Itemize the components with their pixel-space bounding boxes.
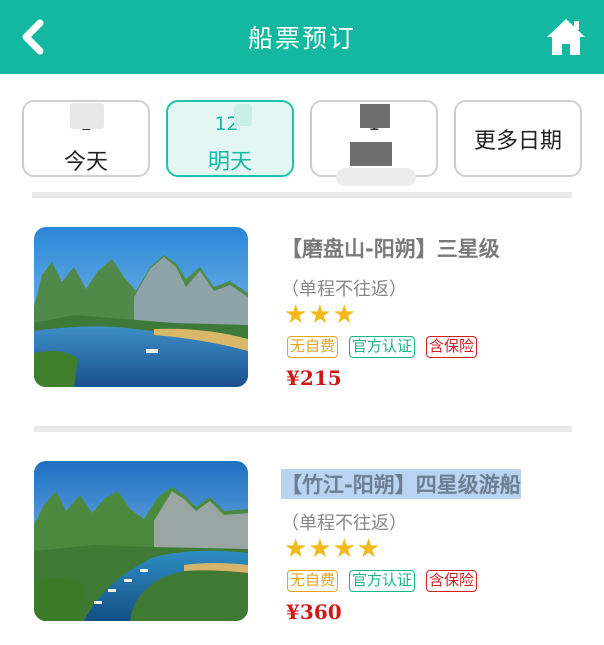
divider [34, 426, 572, 432]
date-tab-date: 12- [214, 113, 246, 135]
redaction-mask [234, 104, 252, 126]
ticket-thumbnail [34, 461, 248, 621]
tag-no-extra-fee: 无自费 [287, 570, 339, 592]
redaction-mask [350, 142, 392, 166]
redaction-mask [336, 168, 416, 186]
ticket-thumbnail [34, 227, 248, 387]
more-dates-label: 更多日期 [473, 128, 562, 154]
ticket-subtitle: （单程不往返） [281, 513, 407, 534]
tag-official-certified: 官方认证 [349, 570, 416, 592]
star-rating: ★★★★ [284, 534, 382, 564]
tag-insurance: 含保险 [426, 336, 478, 358]
ticket-title: 【磨盘山-阳朔】三星级 [281, 237, 500, 261]
chevron-left-icon [22, 19, 44, 55]
tag-no-extra-fee: 无自费 [287, 336, 339, 358]
divider [32, 192, 572, 198]
page-title: 船票预订 [247, 24, 356, 53]
tag-official-certified: 官方认证 [349, 336, 416, 358]
redaction-mask [360, 104, 390, 128]
tag-insurance: 含保险 [426, 570, 478, 592]
home-icon [547, 19, 585, 55]
app-header: 船票预订 [0, 0, 604, 74]
more-dates-button[interactable]: 更多日期 [454, 100, 582, 177]
date-tab-weekday: 明天 [207, 150, 252, 175]
back-button[interactable] [16, 18, 52, 56]
ticket-price: ¥360 [286, 600, 342, 624]
date-tab-weekday: 今天 [63, 150, 108, 175]
date-tab-tomorrow[interactable]: 12- 明天 [166, 100, 294, 177]
ticket-title: 【竹江-阳朔】四星级游船 [281, 469, 521, 499]
star-rating: ★★★ [284, 300, 357, 330]
ticket-subtitle: （单程不往返） [281, 279, 407, 300]
home-button[interactable] [545, 17, 587, 57]
redaction-mask [70, 103, 104, 129]
ticket-price: ¥215 [286, 366, 342, 390]
